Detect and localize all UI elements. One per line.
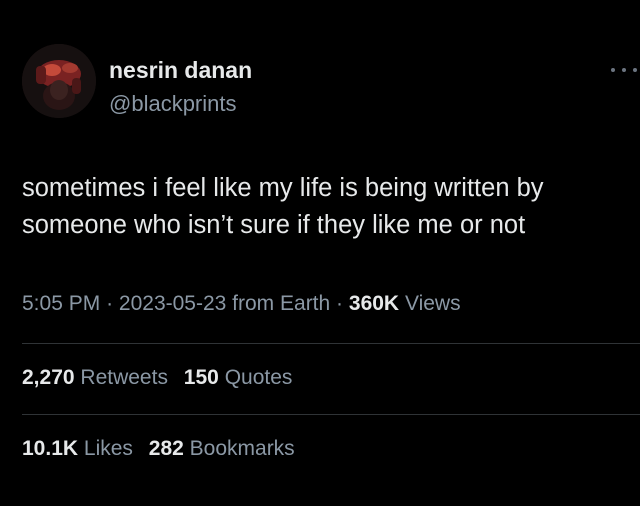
more-options-icon[interactable]: [611, 64, 637, 76]
more-dot: [611, 68, 615, 72]
quotes-count: 150: [183, 366, 219, 389]
views-count: 360K: [348, 292, 400, 315]
tweet-card: nesrin danan @blackprints sometimes i fe…: [0, 0, 640, 506]
retweets-label: Retweets: [80, 366, 168, 389]
user-handle[interactable]: @blackprints: [109, 91, 237, 117]
tweet-header: nesrin danan @blackprints: [22, 44, 637, 124]
more-dot: [633, 68, 637, 72]
engagement-row-shares: 2,270 Retweets 150 Quotes: [22, 366, 302, 390]
bookmarks-label: Bookmarks: [189, 437, 295, 460]
retweets-count: 2,270: [22, 366, 75, 389]
engagement-row-likes: 10.1K Likes 282 Bookmarks: [22, 437, 305, 461]
avatar[interactable]: [22, 44, 96, 118]
tweet-text-line: someone who isn’t sure if they like me o…: [22, 211, 526, 239]
quotes-label: Quotes: [224, 366, 293, 389]
tweet-text: sometimes i feel like my life is being w…: [22, 170, 632, 244]
retweets-stat[interactable]: 2,270 Retweets: [22, 366, 168, 389]
divider: [22, 414, 640, 415]
tweet-date[interactable]: 2023-05-23: [119, 292, 226, 315]
likes-stat[interactable]: 10.1K Likes: [22, 437, 133, 460]
tweet-time[interactable]: 5:05 PM: [22, 292, 100, 315]
bookmarks-count: 282: [148, 437, 184, 460]
likes-label: Likes: [83, 437, 133, 460]
display-name[interactable]: nesrin danan: [109, 57, 252, 84]
quotes-stat[interactable]: 150 Quotes: [184, 366, 293, 389]
tweet-meta: 5:05 PM · 2023-05-23 from Earth · 360K V…: [22, 292, 461, 316]
meta-separator: ·: [336, 292, 344, 315]
avatar-image: [22, 44, 96, 118]
tweet-source: from Earth: [232, 292, 331, 315]
more-dot: [622, 68, 626, 72]
bookmarks-stat[interactable]: 282 Bookmarks: [149, 437, 295, 460]
tweet-text-line: sometimes i feel like my life is being w…: [22, 174, 544, 202]
meta-separator: ·: [106, 292, 114, 315]
divider: [22, 343, 640, 344]
likes-count: 10.1K: [22, 437, 79, 460]
views-label: Views: [404, 292, 461, 315]
